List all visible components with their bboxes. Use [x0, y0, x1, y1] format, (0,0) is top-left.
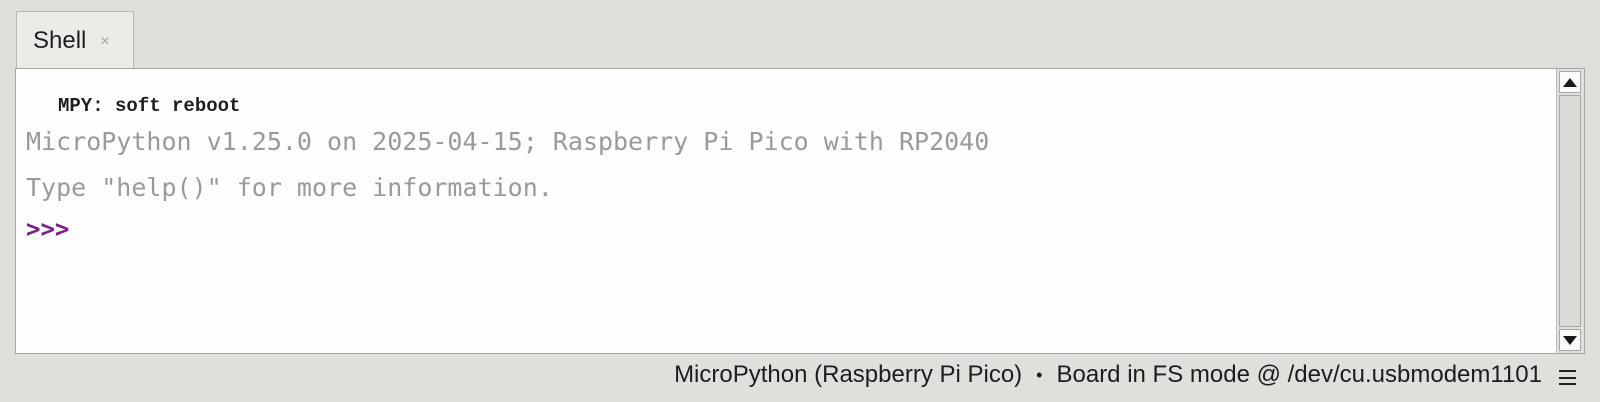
interpreter-status[interactable]: MicroPython (Raspberry Pi Pico) [674, 361, 1022, 389]
shell-prompt[interactable]: >>> [26, 215, 69, 243]
arrow-up-icon [1563, 77, 1577, 87]
close-icon[interactable]: × [100, 33, 109, 51]
status-separator: • [1036, 364, 1043, 385]
scrollbar-thumb[interactable] [1559, 95, 1581, 327]
shell-panel[interactable]: MPY: soft reboot MicroPython v1.25.0 on … [15, 68, 1585, 354]
vertical-scrollbar[interactable] [1556, 69, 1584, 353]
shell-output[interactable]: MPY: soft reboot MicroPython v1.25.0 on … [16, 69, 1556, 353]
tab-shell[interactable]: Shell × [16, 11, 134, 69]
status-bar: MicroPython (Raspberry Pi Pico) • Board … [674, 356, 1542, 394]
connection-status: Board in FS mode @ /dev/cu.usbmodem1101 [1056, 361, 1542, 388]
shell-line-help-hint: Type "help()" for more information. [26, 173, 553, 202]
shell-line-version: MicroPython v1.25.0 on 2025-04-15; Raspb… [26, 127, 990, 156]
arrow-down-icon [1563, 335, 1577, 345]
shell-line-soft-reboot: MPY: soft reboot [58, 95, 241, 117]
scroll-up-button[interactable] [1559, 71, 1581, 93]
hamburger-menu-icon[interactable] [1559, 370, 1576, 385]
tab-shell-label: Shell [33, 26, 87, 54]
scroll-down-button[interactable] [1559, 329, 1581, 351]
